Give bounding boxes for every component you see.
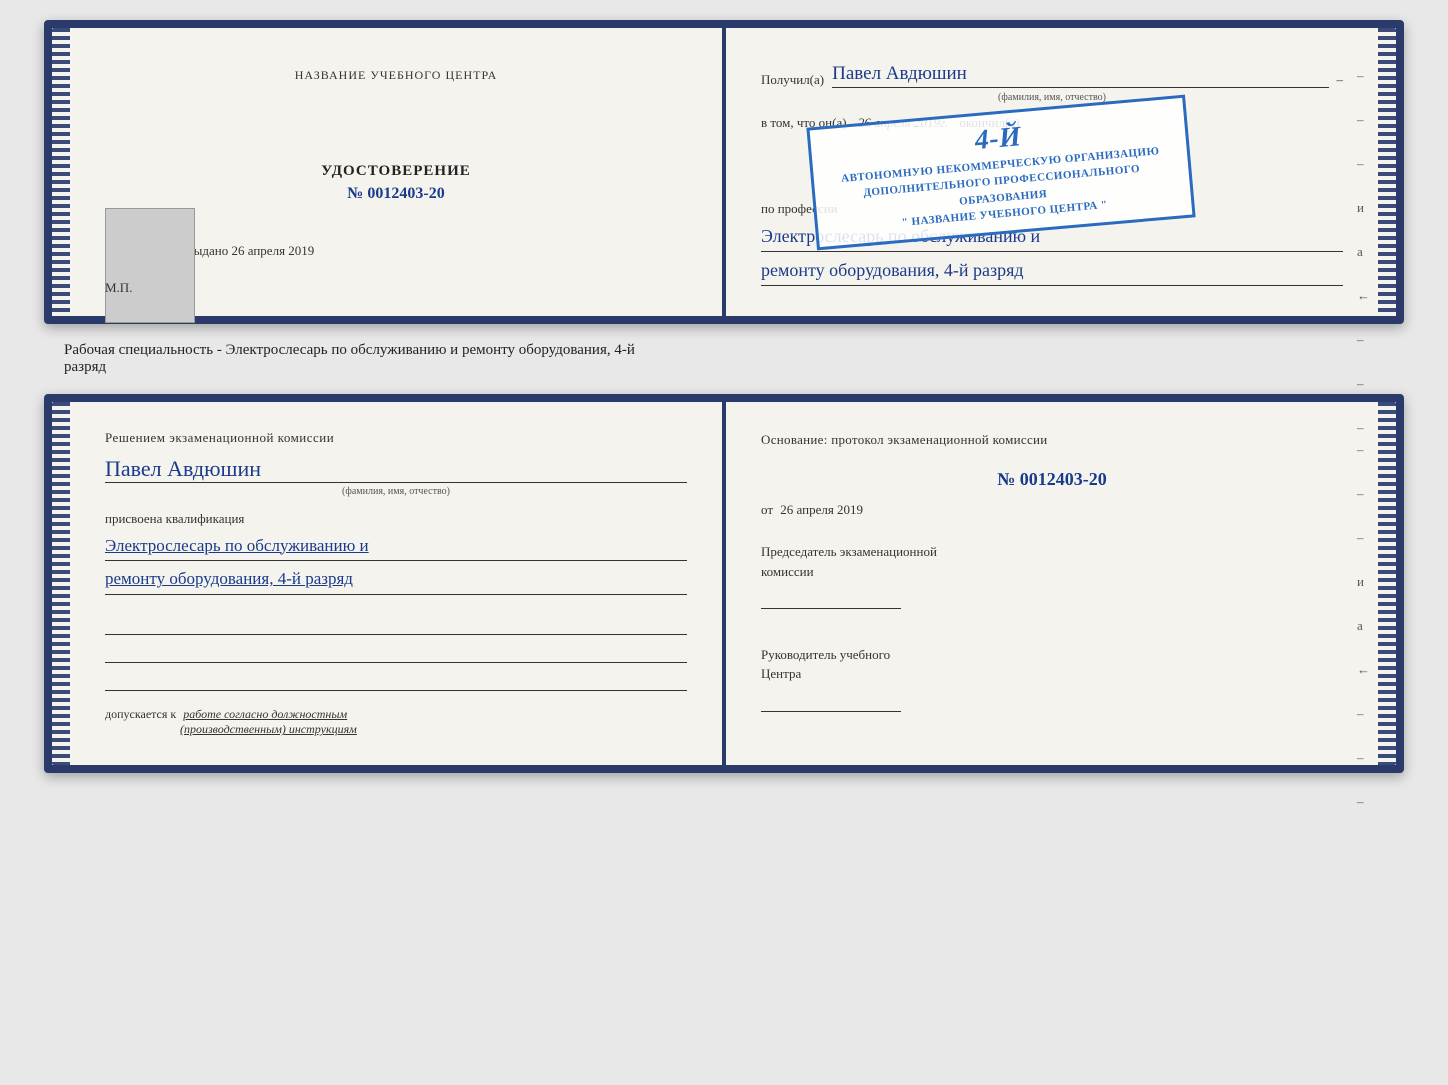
specialty-label-container: Рабочая специальность - Электрослесарь п…: [64, 342, 635, 376]
sig-line-2: [105, 643, 687, 663]
commission-chair: Председатель экзаменационной комиссии: [761, 542, 1343, 615]
cert-number: № 0012403-20: [105, 185, 687, 203]
center-head-sign-line: [761, 692, 901, 712]
fio-label-bottom: (фамилия, имя, отчество): [105, 486, 687, 497]
top-left-page: НАЗВАНИЕ УЧЕБНОГО ЦЕНТРА УДОСТОВЕРЕНИЕ №…: [70, 28, 726, 316]
recipient-name: Павел Авдюшин: [832, 63, 1328, 88]
assigned-label: присвоена квалификация: [105, 511, 687, 527]
signature-lines: [105, 615, 687, 691]
top-document: НАЗВАНИЕ УЧЕБНОГО ЦЕНТРА УДОСТОВЕРЕНИЕ №…: [44, 20, 1404, 324]
issued-date: 26 апреля 2019: [232, 243, 315, 258]
qualification-line2: ремонту оборудования, 4-й разряд: [105, 565, 687, 595]
profession-line2: ремонту оборудования, 4-й разряд: [761, 256, 1343, 286]
top-right-page: Получил(а) Павел Авдюшин – (фамилия, имя…: [726, 28, 1378, 316]
protocol-number: № 0012403-20: [761, 469, 1343, 490]
center-head-label1: Руководитель учебного: [761, 645, 1343, 665]
sig-line-1: [105, 615, 687, 635]
допускается-prefix: допускается к: [105, 707, 176, 721]
chairman-sign-line: [761, 589, 901, 609]
spine-right-bottom: [1378, 402, 1396, 766]
bottom-left-page: Решением экзаменационной комиссии Павел …: [70, 402, 726, 766]
chairman-label1: Председатель экзаменационной: [761, 542, 1343, 562]
spine-right-top: [1378, 28, 1396, 316]
recipient-line: Получил(а) Павел Авдюшин –: [761, 63, 1343, 88]
specialty-line1: Рабочая специальность - Электрослесарь п…: [64, 342, 635, 359]
right-dashes: – – – и а ← – – –: [1357, 68, 1370, 436]
from-label: от: [761, 502, 773, 517]
qualification-line1: Электрослесарь по обслуживанию и: [105, 532, 687, 562]
received-label: Получил(а): [761, 72, 824, 88]
допускается-line: допускается к работе согласно должностны…: [105, 707, 687, 737]
specialty-line2: разряд: [64, 359, 635, 376]
from-date-value: 26 апреля 2019: [780, 502, 863, 517]
допускается-text2: (производственным) инструкциям: [180, 722, 357, 736]
person-name-bottom: Павел Авдюшин: [105, 456, 687, 483]
decision-title: Решением экзаменационной комиссии: [105, 430, 687, 446]
training-center-name: НАЗВАНИЕ УЧЕБНОГО ЦЕНТРА: [105, 68, 687, 83]
bottom-document: Решением экзаменационной комиссии Павел …: [44, 394, 1404, 774]
center-head: Руководитель учебного Центра: [761, 645, 1343, 718]
sig-line-3: [105, 671, 687, 691]
spine-left-top: [52, 28, 70, 316]
chairman-label2: комиссии: [761, 562, 1343, 582]
basis-title: Основание: протокол экзаменационной коми…: [761, 430, 1343, 450]
допускается-text: работе согласно должностным: [183, 707, 347, 721]
from-date-line: от 26 апреля 2019: [761, 502, 1343, 518]
spine-left-bottom: [52, 402, 70, 766]
cert-title: УДОСТОВЕРЕНИЕ: [105, 163, 687, 180]
issued-line: Выдано 26 апреля 2019: [185, 243, 687, 259]
photo-placeholder: [105, 208, 195, 323]
center-head-label2: Центра: [761, 664, 1343, 684]
bottom-right-page: Основание: протокол экзаменационной коми…: [726, 402, 1378, 766]
right-dashes-bottom: – – – и а ← – – –: [1357, 442, 1370, 810]
mp-label: М.П.: [105, 280, 132, 296]
fio-label-top: (фамилия, имя, отчество): [761, 92, 1343, 103]
